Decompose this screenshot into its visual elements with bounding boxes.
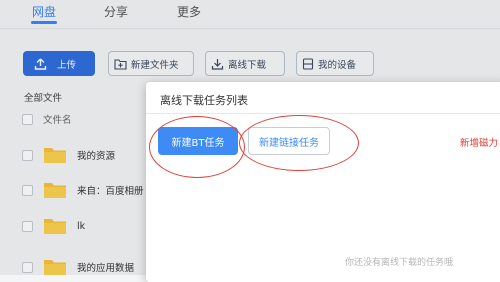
annotation-circle — [149, 116, 245, 178]
empty-state-message: 你还没有离线下载的任务哦 — [345, 258, 454, 268]
offline-download-dialog: 离线下载任务列表 新建BT任务 新建链接任务 新增磁力 你还没有离线下载的任务哦 — [146, 82, 500, 282]
new-magnet-hint[interactable]: 新增磁力 — [460, 135, 498, 149]
dialog-title: 离线下载任务列表 — [160, 94, 248, 107]
annotation-circle — [239, 115, 359, 171]
divider — [146, 113, 500, 114]
